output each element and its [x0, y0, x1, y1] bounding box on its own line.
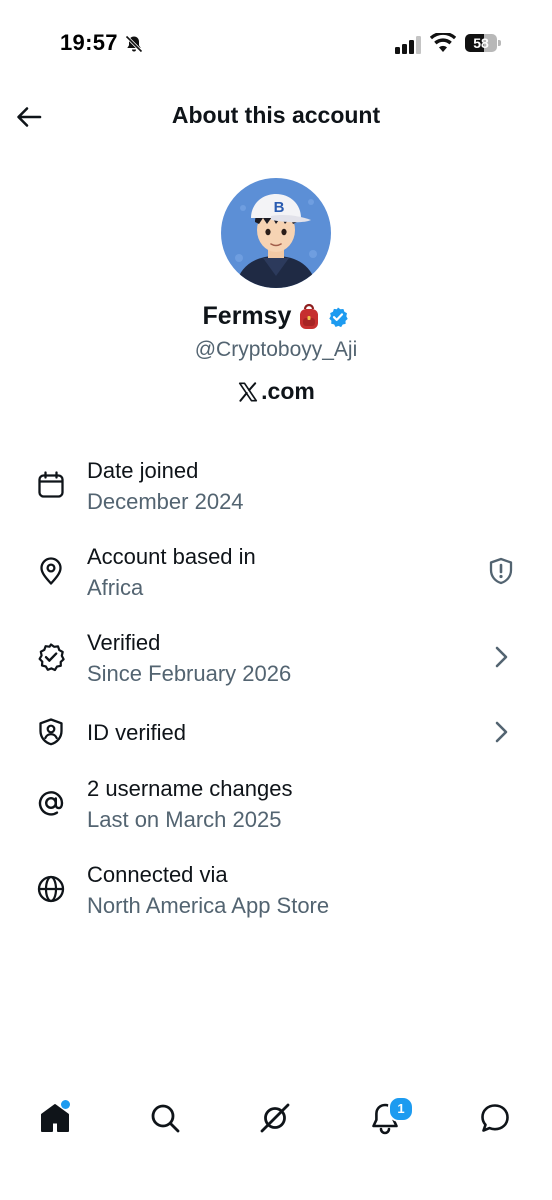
wifi-icon — [430, 33, 456, 52]
battery-indicator: 58 — [465, 34, 501, 54]
tab-messages[interactable] — [477, 1100, 513, 1136]
tab-search[interactable] — [147, 1100, 183, 1136]
info-subtitle: Last on March 2025 — [87, 807, 282, 832]
notifications-count-badge: 1 — [388, 1096, 414, 1122]
info-subtitle: North America App Store — [87, 893, 330, 918]
search-icon — [151, 1104, 180, 1133]
verified-badge-icon — [38, 643, 65, 672]
calendar-icon — [38, 471, 64, 498]
tab-home[interactable] — [37, 1100, 73, 1136]
profile-handle: @Cryptoboyy_Aji — [194, 338, 358, 361]
chevron-right-icon — [495, 646, 508, 668]
info-username-changes: 2 username changes Last on March 2025 — [0, 766, 552, 842]
verified-badge-icon — [329, 307, 349, 327]
info-title: ID verified — [87, 720, 187, 745]
info-id-verified[interactable]: ID verified — [0, 708, 552, 758]
status-time: 19:57 — [60, 30, 118, 55]
info-verified[interactable]: Verified Since February 2026 — [0, 620, 552, 696]
info-date-joined: Date joined December 2024 — [0, 448, 552, 524]
battery-percent: 58 — [473, 35, 489, 51]
info-title: 2 username changes — [87, 776, 293, 801]
backpack-emoji — [300, 303, 319, 329]
display-name-row: Fermsy — [0, 302, 552, 331]
info-subtitle: Since February 2026 — [87, 661, 292, 686]
info-subtitle: Africa — [87, 575, 144, 600]
home-new-dot — [61, 1100, 70, 1109]
x-logo-icon — [239, 381, 258, 402]
info-title: Account based in — [87, 544, 256, 569]
location-pin-icon — [40, 557, 62, 585]
status-bar: 19:57 58 — [0, 0, 552, 90]
messages-icon — [481, 1104, 509, 1132]
info-title: Verified — [87, 630, 161, 655]
bottom-tab-bar: 1 — [0, 1080, 552, 1160]
grok-icon — [260, 1103, 290, 1133]
shield-alert-icon[interactable] — [486, 556, 516, 586]
page-title: About this account — [171, 102, 381, 128]
info-connected-via: Connected via North America App Store — [0, 852, 552, 928]
info-title: Date joined — [87, 458, 199, 483]
header: About this account — [0, 90, 552, 144]
svg-text:B: B — [274, 199, 285, 216]
tab-notifications[interactable]: 1 — [367, 1096, 414, 1136]
avatar-image: B — [221, 178, 331, 288]
chevron-right-icon — [495, 721, 508, 743]
source-text: .com — [261, 378, 315, 404]
globe-icon — [37, 875, 65, 903]
bell-off-icon — [125, 35, 143, 53]
tab-grok[interactable] — [257, 1100, 293, 1136]
source-row: .com — [0, 378, 552, 405]
cellular-signal-icon — [395, 36, 421, 54]
avatar[interactable]: B — [221, 178, 331, 288]
id-shield-icon — [39, 718, 63, 746]
info-account-based-in: Account based in Africa — [0, 534, 552, 610]
info-subtitle: December 2024 — [87, 489, 244, 514]
display-name: Fermsy — [202, 302, 292, 330]
info-title: Connected via — [87, 862, 228, 887]
at-sign-icon — [38, 791, 64, 816]
